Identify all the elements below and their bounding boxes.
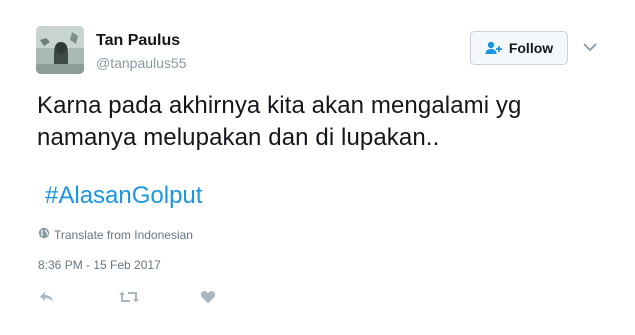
follow-button-label: Follow xyxy=(508,40,554,56)
translate-link[interactable]: Translate from Indonesian xyxy=(38,227,193,242)
hashtag-link[interactable]: #AlasanGolput xyxy=(45,182,202,210)
avatar[interactable] xyxy=(36,26,84,74)
globe-icon xyxy=(38,227,50,242)
user-handle[interactable]: @tanpaulus55 xyxy=(96,55,187,71)
heart-icon[interactable] xyxy=(200,290,216,309)
user-display-name[interactable]: Tan Paulus xyxy=(96,32,180,50)
translate-label: Translate from Indonesian xyxy=(54,227,193,242)
tweet-text: Karna pada akhirnya kita akan mengalami … xyxy=(37,92,522,151)
reply-icon[interactable] xyxy=(38,290,56,309)
retweet-icon[interactable] xyxy=(118,290,140,309)
follow-person-plus-icon xyxy=(485,41,503,55)
follow-button[interactable]: Follow xyxy=(470,31,568,65)
avatar-image xyxy=(36,26,84,74)
chevron-down-icon[interactable] xyxy=(582,40,598,52)
tweet-timestamp[interactable]: 8:36 PM - 15 Feb 2017 xyxy=(38,258,161,272)
